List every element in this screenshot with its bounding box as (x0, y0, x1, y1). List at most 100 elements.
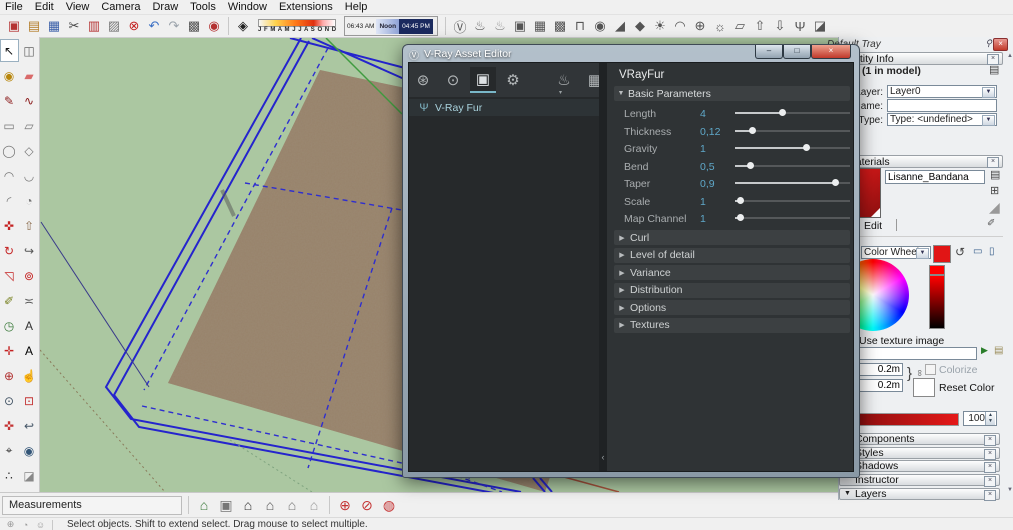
slider-handle[interactable] (779, 109, 787, 116)
export-proxy-icon[interactable]: ⇧ (750, 16, 770, 36)
parameter-value[interactable]: 1 (700, 213, 706, 225)
match-screen-color-icon[interactable]: ▯ (989, 246, 995, 257)
offset-tool[interactable]: ⊚ (20, 264, 39, 287)
section-plane-icon[interactable]: ⊕ (334, 494, 356, 516)
sun-light-icon[interactable]: ☼ (710, 16, 730, 36)
menu-extensions[interactable]: Extensions (279, 1, 341, 13)
frame-buffer-icon[interactable]: ▣ (510, 16, 530, 36)
menu-file[interactable]: File (5, 1, 31, 13)
shadow-date-slider[interactable]: J F M A M J J A S O N D (256, 17, 338, 35)
dimension-tool[interactable]: ≍ (20, 289, 39, 312)
three-point-arc-tool[interactable]: ◜ (0, 189, 19, 212)
section-rollup-icon[interactable]: × (984, 462, 996, 474)
value-slider-handle[interactable] (929, 265, 945, 275)
slider-handle[interactable] (749, 126, 757, 134)
section-display-icon[interactable]: ⊘ (356, 494, 378, 516)
geolocation-icon[interactable]: ⊕ (3, 519, 18, 530)
pan-tool[interactable]: ☝ (20, 364, 39, 387)
parameter-value[interactable]: 1 (700, 196, 706, 208)
circle-tool[interactable]: ◯ (0, 139, 19, 162)
match-model-color-icon[interactable]: ▭ (973, 246, 982, 257)
slider-handle[interactable] (736, 214, 744, 221)
texture-stack-icon[interactable]: ▤ (994, 345, 1003, 356)
parameter-slider[interactable] (735, 210, 850, 226)
menu-window[interactable]: Window (228, 1, 275, 13)
shadow-toggle-icon[interactable]: ◈ (233, 16, 253, 36)
zoom-tool[interactable]: ⊙ (0, 389, 19, 412)
credits-icon[interactable]: ◔ (18, 519, 33, 530)
walk-tool[interactable]: ∴ (0, 464, 19, 487)
parameter-slider[interactable] (735, 158, 850, 174)
materials-rollup-icon[interactable]: × (987, 157, 999, 168)
asset-item-vray-fur[interactable]: Ψ V-Ray Fur (409, 99, 599, 116)
pie-tool[interactable]: ◔ (20, 189, 39, 212)
opacity-spinner[interactable]: 100 ▲ ▼ (963, 411, 997, 426)
eraser-tool[interactable]: ▰ (20, 64, 39, 87)
zoom-previous-tool[interactable]: ↩ (20, 414, 39, 437)
lock-frame-buffer-icon[interactable]: ▩ (550, 16, 570, 36)
settings-tab[interactable]: ⚙ (500, 67, 526, 93)
materials-header[interactable]: Materials × (842, 155, 1003, 168)
tray-scroll-up-icon[interactable]: ▲ (1007, 53, 1013, 59)
undo-color-icon[interactable]: ↺ (955, 245, 965, 259)
shadow-time-slider[interactable]: 06:43 AM Noon 04:45 PM (344, 16, 438, 36)
slider-handle[interactable] (803, 144, 811, 151)
section-plane-tool[interactable]: ◪ (20, 464, 39, 487)
back-view-icon[interactable]: ⌂ (281, 494, 303, 516)
arc-tool[interactable]: ◠ (0, 164, 19, 187)
line-tool[interactable]: ✎ (0, 89, 19, 112)
type-dropdown[interactable]: Type: <undefined> ▼ (887, 113, 997, 126)
value-slider[interactable] (929, 275, 945, 329)
shadow-date-track[interactable] (258, 19, 336, 27)
parameter-slider[interactable] (735, 193, 850, 209)
follow-me-tool[interactable]: ↪ (20, 239, 39, 262)
material-name-field[interactable] (885, 170, 985, 184)
omni-light-icon[interactable]: ☀ (650, 16, 670, 36)
dome-light-icon[interactable]: ◠ (670, 16, 690, 36)
slider-handle[interactable] (746, 161, 754, 169)
geometry-tab[interactable]: ▣ (470, 67, 496, 93)
two-point-arc-tool[interactable]: ◡ (20, 164, 39, 187)
move-tool[interactable]: ✜ (0, 214, 19, 237)
polygon-tool[interactable]: ◇ (20, 139, 39, 162)
fur-icon[interactable]: Ψ (790, 16, 810, 36)
collapsed-section[interactable]: ▶ Curl (614, 230, 850, 245)
freehand-tool[interactable]: ∿ (20, 89, 39, 112)
basic-parameters-header[interactable]: ▼ Basic Parameters (614, 86, 850, 101)
three-d-text-tool[interactable]: A (20, 339, 39, 362)
section-rollup-icon[interactable]: × (984, 435, 996, 446)
pin-icon[interactable]: ⚲ (985, 38, 992, 49)
chevron-down-icon[interactable]: ▼ (982, 115, 995, 126)
current-color-swatch[interactable] (933, 245, 951, 263)
collapsed-section[interactable]: ▶ Textures (614, 317, 850, 333)
render-icon[interactable]: ♨ (470, 16, 490, 36)
tab-edit[interactable]: Edit (864, 220, 882, 232)
erase-icon[interactable]: ⊗ (124, 16, 144, 36)
mesh-light-icon[interactable]: ⊕ (690, 16, 710, 36)
undo-icon[interactable]: ↶ (144, 16, 164, 36)
rectangle-tool[interactable]: ▭ (0, 114, 19, 137)
name-field[interactable] (887, 99, 997, 112)
paint-bucket-tool[interactable]: ◉ (0, 64, 19, 87)
right-view-icon[interactable]: ⌂ (259, 494, 281, 516)
section-rollup-icon[interactable]: × (984, 476, 996, 488)
rotated-rectangle-tool[interactable]: ▱ (20, 114, 39, 137)
batch-render-icon[interactable]: ▦ (530, 16, 550, 36)
orbit-tool[interactable]: ⊕ (0, 364, 19, 387)
cut-icon[interactable]: ✂ (64, 16, 84, 36)
paste-icon[interactable]: ▨ (104, 16, 124, 36)
ies-light-icon[interactable]: ◆ (630, 16, 650, 36)
zoom-extents-tool[interactable]: ✜ (0, 414, 19, 437)
collapsed-section[interactable]: ▶ Distribution (614, 282, 850, 298)
scale-tool[interactable]: ◹ (0, 264, 19, 287)
model-info-icon[interactable]: ◉ (204, 16, 224, 36)
render-dropdown-icon[interactable]: ▾ (559, 89, 562, 96)
parameter-slider[interactable] (735, 123, 850, 139)
menu-edit[interactable]: Edit (35, 1, 62, 13)
menu-camera[interactable]: Camera (101, 1, 148, 13)
parameter-value[interactable]: 0,5 (700, 161, 715, 173)
parameter-slider[interactable] (735, 105, 850, 121)
materials-tab[interactable]: ⊛ (410, 67, 436, 93)
colorize-checkbox[interactable] (925, 364, 936, 375)
sphere-light-icon[interactable]: ◉ (590, 16, 610, 36)
